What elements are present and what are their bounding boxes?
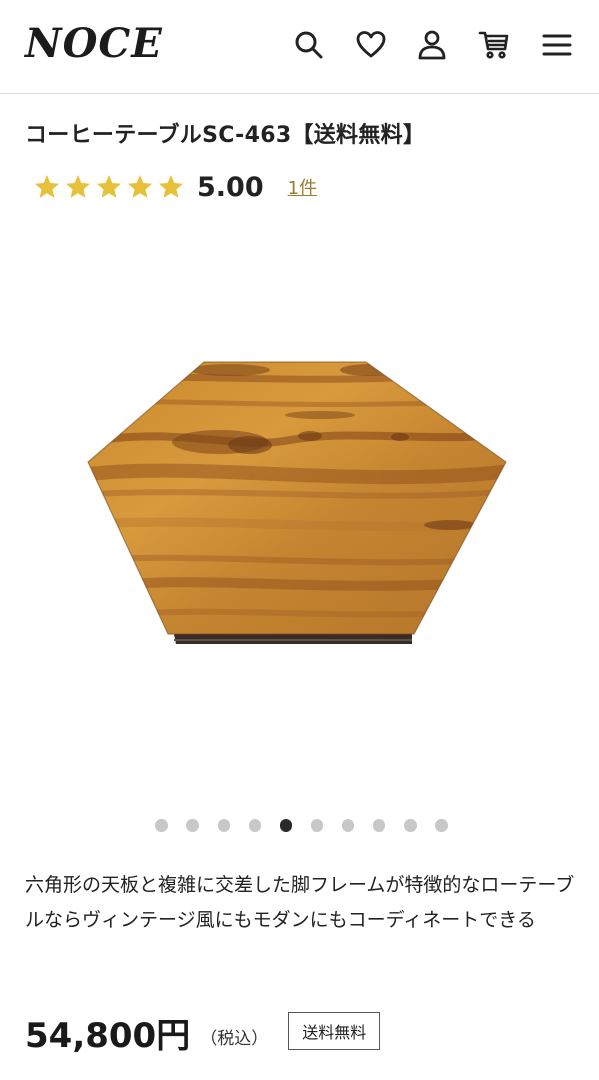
user-icon[interactable] xyxy=(413,26,451,64)
carousel-dot[interactable] xyxy=(155,819,168,832)
free-shipping-badge: 送料無料 xyxy=(288,1012,381,1050)
star-icon xyxy=(34,175,60,198)
carousel-dot[interactable] xyxy=(186,819,199,832)
heart-icon[interactable] xyxy=(352,26,390,64)
product-title: コーヒーテーブルSC-463【送料無料】 xyxy=(25,123,426,148)
carousel-dot[interactable] xyxy=(372,819,386,832)
star-rating xyxy=(33,173,185,201)
review-count-link[interactable]: 1件 xyxy=(288,174,317,200)
cart-icon[interactable] xyxy=(475,26,513,64)
carousel-dot[interactable] xyxy=(435,819,448,832)
carousel-dot[interactable] xyxy=(248,819,262,832)
price-row: 54,800円 （税込） 送料無料 xyxy=(25,1006,381,1058)
carousel-dot[interactable] xyxy=(404,819,417,832)
carousel-dot[interactable] xyxy=(217,819,231,832)
carousel-dot-active[interactable] xyxy=(279,819,293,832)
rating-row: 5.00 1件 xyxy=(33,168,317,206)
search-icon[interactable] xyxy=(290,26,328,64)
tax-note: （税込） xyxy=(200,1028,269,1049)
rating-score: 5.00 xyxy=(197,171,264,203)
carousel-dot[interactable] xyxy=(310,819,324,832)
star-icon xyxy=(65,175,91,198)
carousel-dot[interactable] xyxy=(341,819,355,832)
site-header: NOCE xyxy=(0,0,599,94)
product-price: 54,800円 xyxy=(25,1015,191,1056)
product-image[interactable] xyxy=(60,300,540,680)
star-icon xyxy=(127,175,153,198)
product-description: 六角形の天板と複雑に交差した脚フレームが特徴的なローテーブルならヴィンテージ風に… xyxy=(25,874,575,931)
menu-icon[interactable] xyxy=(538,26,576,64)
site-logo[interactable]: NOCE xyxy=(25,22,163,66)
image-carousel-dots xyxy=(0,819,599,837)
star-icon xyxy=(96,175,122,198)
star-icon xyxy=(158,175,184,198)
